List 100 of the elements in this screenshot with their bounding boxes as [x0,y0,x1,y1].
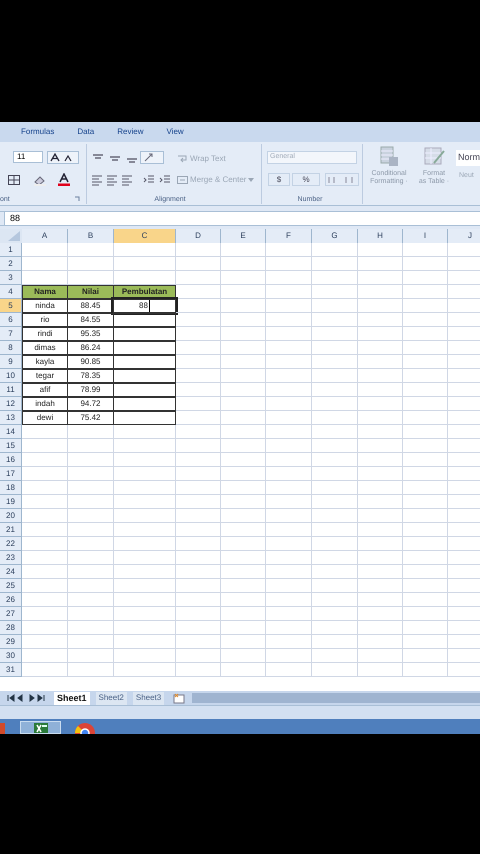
conditional-formatting-icon[interactable] [378,145,400,167]
empty-cell[interactable] [113,327,176,341]
row-header[interactable]: 18 [0,481,22,495]
table-cell: 94.72 [67,397,114,411]
row-header[interactable]: 24 [0,565,22,579]
currency-button[interactable]: $ [268,173,290,186]
row-header[interactable]: 14 [0,425,22,439]
font-grow-shrink-icon[interactable] [47,151,79,164]
row-header[interactable]: 19 [0,495,22,509]
table-cell: dewi [22,411,68,425]
row-header[interactable]: 29 [0,635,22,649]
column-header[interactable]: B [68,229,114,243]
borders-icon[interactable] [7,174,21,186]
row-header[interactable]: 10 [0,369,22,383]
table-cell: rindi [22,327,68,341]
row-header[interactable]: 31 [0,663,22,677]
ribbon-tab[interactable]: Review [116,126,144,138]
percent-button[interactable]: % [292,173,320,186]
row-header[interactable]: 20 [0,509,22,523]
row-header[interactable]: 28 [0,621,22,635]
wrap-icon [177,154,188,164]
table-cell: 84.55 [67,313,114,327]
empty-cell[interactable] [113,411,176,425]
row-header[interactable]: 22 [0,537,22,551]
row-header[interactable]: 4 [0,285,22,299]
row-header[interactable]: 6 [0,313,22,327]
font-size-field[interactable]: 11 [13,151,43,163]
table-cell: 95.35 [67,327,114,341]
sheet-tab[interactable]: Sheet3 [132,692,164,704]
row-header[interactable]: 11 [0,383,22,397]
table-cell: tegar [22,369,68,383]
empty-cell[interactable] [113,341,176,355]
select-all-corner[interactable] [0,229,22,243]
empty-cell[interactable] [113,355,176,369]
sheet-tab[interactable]: Sheet1 [54,692,90,704]
column-header[interactable]: C [114,229,176,243]
row-header[interactable]: 5 [0,299,22,313]
row-header[interactable]: 17 [0,467,22,481]
row-header[interactable]: 15 [0,439,22,453]
table-cell: dimas [22,341,68,355]
font-color-icon[interactable] [57,173,71,186]
taskbar-button[interactable] [20,721,61,734]
table-cell: 78.35 [67,369,114,383]
empty-cell[interactable] [113,313,176,327]
table-cell: 75.42 [67,411,114,425]
row-header[interactable]: 2 [0,257,22,271]
horizontal-scrollbar[interactable] [192,693,480,703]
table-cell: afif [22,383,68,397]
table-cell: rio [22,313,68,327]
table-cell: Nama [22,285,68,299]
decimal-icon[interactable] [325,173,359,186]
ribbon-tab[interactable]: Data [76,126,96,138]
empty-cell[interactable] [113,397,176,411]
sheet-tab[interactable]: Sheet2 [96,692,127,704]
row-header[interactable]: 25 [0,579,22,593]
table-format-icon[interactable] [422,145,446,167]
row-header[interactable]: 12 [0,397,22,411]
table-cell: kayla [22,355,68,369]
sheet-navigation-icon[interactable] [6,694,46,702]
column-header[interactable]: H [358,229,403,243]
row-header[interactable]: 27 [0,607,22,621]
row-header[interactable]: 30 [0,649,22,663]
column-header[interactable]: F [266,229,312,243]
table-cell: 86.24 [67,341,114,355]
row-header[interactable]: 8 [0,341,22,355]
column-header[interactable]: D [176,229,221,243]
dialog-launcher-icon[interactable] [74,196,80,202]
text-align-icon[interactable] [90,174,104,186]
row-header[interactable]: 13 [0,411,22,425]
empty-cell[interactable] [113,383,176,397]
row-header[interactable]: 9 [0,355,22,369]
column-header[interactable]: I [403,229,448,243]
table-cell: 78.99 [67,383,114,397]
table-cell: 90.85 [67,355,114,369]
row-header[interactable]: 1 [0,243,22,257]
table-cell[interactable]: 88 [113,299,176,313]
cell-style[interactable]: Norm [456,150,480,166]
column-header[interactable]: J [448,229,480,243]
column-header[interactable]: A [22,229,68,243]
row-header[interactable]: 26 [0,593,22,607]
row-header[interactable]: 3 [0,271,22,285]
column-header[interactable]: E [221,229,266,243]
column-header[interactable]: G [312,229,358,243]
orientation-icon[interactable] [140,151,164,164]
row-header[interactable]: 21 [0,523,22,537]
merge-icon [177,175,188,185]
table-cell: ninda [22,299,68,313]
spreadsheet-icon [32,722,50,733]
row-header[interactable]: 23 [0,551,22,565]
table-cell: Nilai [67,285,114,299]
row-header[interactable]: 16 [0,453,22,467]
ribbon-tab[interactable]: View [165,126,185,138]
app-icon[interactable] [0,723,5,734]
table-cell: indah [22,397,68,411]
text-align-icon[interactable] [105,174,119,186]
ribbon-tab[interactable]: Formulas [20,126,56,138]
caret-icon [248,178,254,182]
empty-cell[interactable] [113,369,176,383]
row-header[interactable]: 7 [0,327,22,341]
text-align-icon[interactable] [120,174,134,186]
